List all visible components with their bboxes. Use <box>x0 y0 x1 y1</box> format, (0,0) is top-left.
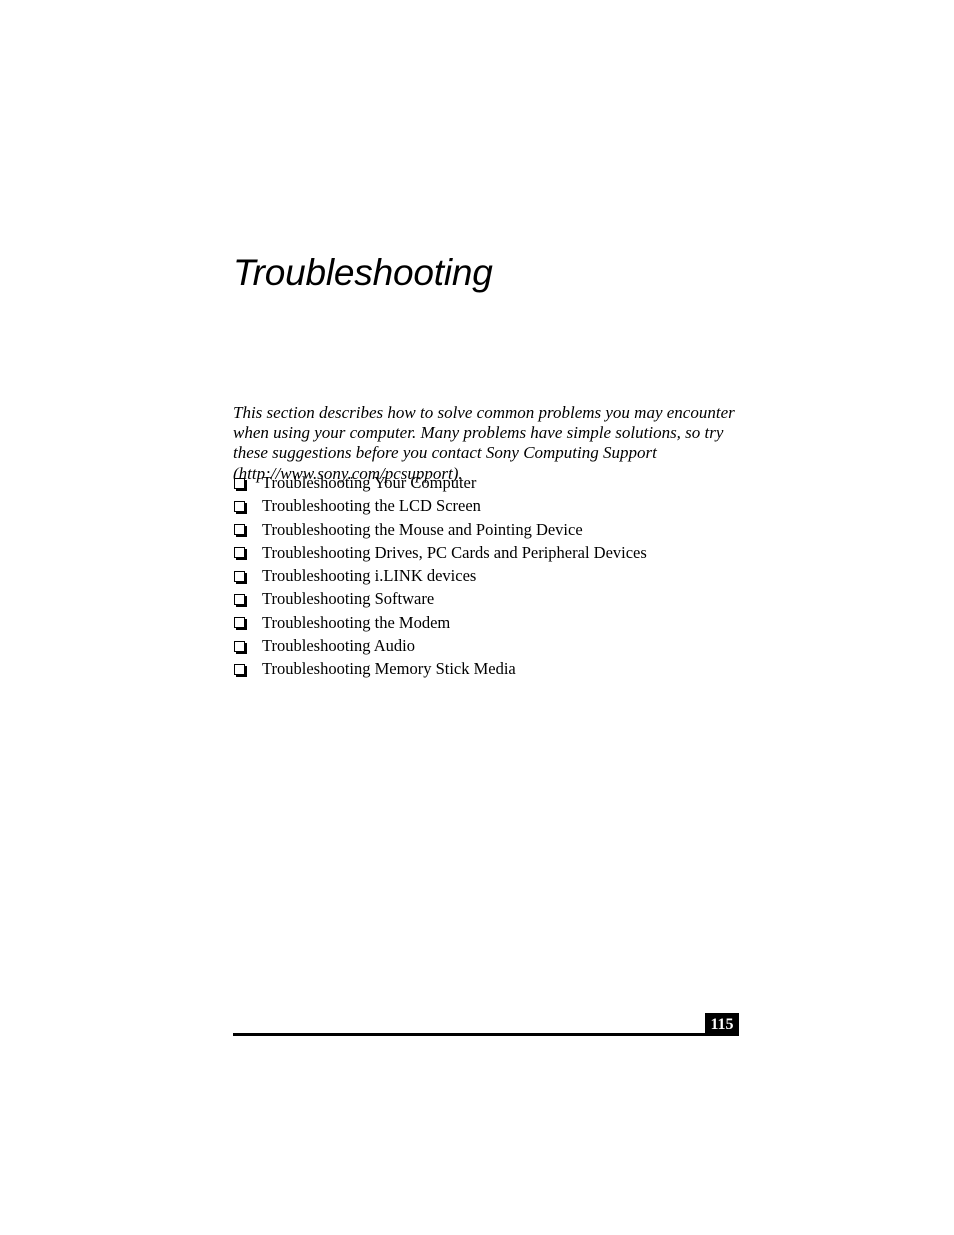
hollow-square-bullet-icon <box>234 593 245 605</box>
list-item-label: Troubleshooting the Modem <box>262 612 451 632</box>
hollow-square-bullet-icon <box>234 570 245 582</box>
footer-rule <box>233 1033 739 1036</box>
list-item-label: Troubleshooting Audio <box>262 636 415 656</box>
list-item-label: Troubleshooting Software <box>262 589 435 609</box>
hollow-square-bullet-icon <box>234 547 245 559</box>
hollow-square-bullet-icon <box>234 617 245 629</box>
page-title: Troubleshooting <box>233 251 493 293</box>
list-item[interactable]: Troubleshooting Drives, PC Cards and Per… <box>233 541 793 564</box>
page-number: 115 <box>710 1015 734 1033</box>
list-item-label: Troubleshooting i.LINK devices <box>262 566 477 586</box>
list-item[interactable]: Troubleshooting Memory Stick Media <box>233 657 793 680</box>
list-item[interactable]: Troubleshooting the LCD Screen <box>233 494 793 517</box>
section-list: Troubleshooting Your Computer Troublesho… <box>233 471 793 681</box>
list-item-label: Troubleshooting the LCD Screen <box>262 496 481 516</box>
list-item-label: Troubleshooting Drives, PC Cards and Per… <box>262 542 647 562</box>
hollow-square-bullet-icon <box>234 500 245 512</box>
hollow-square-bullet-icon <box>234 663 245 675</box>
document-page: Troubleshooting This section describes h… <box>0 0 954 1235</box>
list-item[interactable]: Troubleshooting the Mouse and Pointing D… <box>233 518 793 541</box>
list-item[interactable]: Troubleshooting the Modem <box>233 611 793 634</box>
page-footer: 115 <box>0 1010 954 1040</box>
hollow-square-bullet-icon <box>234 640 245 652</box>
list-item[interactable]: Troubleshooting Audio <box>233 634 793 657</box>
list-item[interactable]: Troubleshooting Software <box>233 587 793 610</box>
list-item-label: Troubleshooting Memory Stick Media <box>262 659 516 679</box>
list-item[interactable]: Troubleshooting i.LINK devices <box>233 564 793 587</box>
hollow-square-bullet-icon <box>234 477 245 489</box>
list-item[interactable]: Troubleshooting Your Computer <box>233 471 793 494</box>
hollow-square-bullet-icon <box>234 524 245 536</box>
page-number-badge: 115 <box>705 1013 739 1036</box>
list-item-label: Troubleshooting Your Computer <box>262 473 477 492</box>
list-item-label: Troubleshooting the Mouse and Pointing D… <box>262 519 583 539</box>
